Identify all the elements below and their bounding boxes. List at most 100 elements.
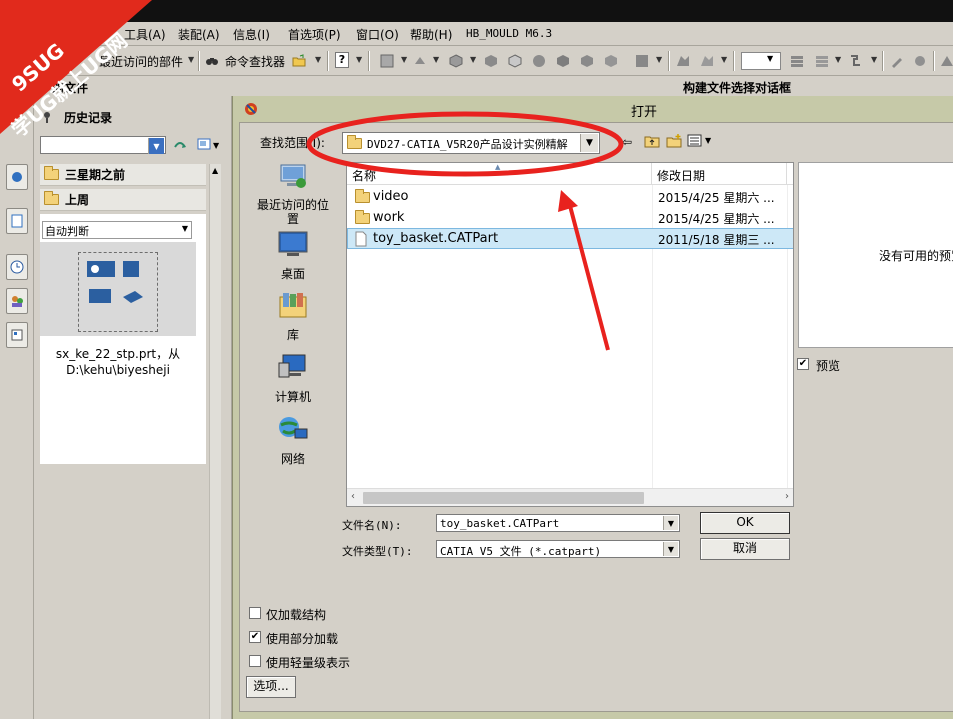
tab-history[interactable] bbox=[6, 254, 28, 280]
chevron-down-icon[interactable]: ▼ bbox=[663, 516, 678, 530]
chevron-down-icon[interactable]: ▼ bbox=[580, 134, 598, 152]
open-dropdown-icon[interactable]: ▼ bbox=[315, 55, 321, 64]
chevron-down-icon[interactable]: ▼ bbox=[182, 224, 188, 233]
chevron-down-icon[interactable]: ▼ bbox=[663, 542, 678, 556]
wire-cube-icon[interactable] bbox=[508, 54, 522, 68]
binoculars-icon[interactable] bbox=[205, 54, 219, 68]
libraries-icon bbox=[279, 293, 307, 318]
place-desktop[interactable]: 桌面 bbox=[252, 230, 334, 282]
shaded-view-icon[interactable] bbox=[413, 54, 427, 68]
place-libraries[interactable]: 库 bbox=[252, 291, 334, 343]
filename-input[interactable]: toy_basket.CATPart ▼ bbox=[436, 514, 680, 532]
feature-icon[interactable] bbox=[676, 54, 690, 68]
column-header-name-label: 名称 bbox=[352, 169, 377, 183]
help-icon[interactable]: ? bbox=[335, 52, 349, 68]
back-arrow-icon[interactable]: ⇦ bbox=[622, 135, 632, 149]
column-header-date[interactable]: 修改日期 bbox=[652, 163, 787, 185]
solid-cube-icon[interactable] bbox=[484, 54, 498, 68]
dropdown-arrow-icon[interactable]: ▼ bbox=[835, 55, 841, 64]
sphere-icon[interactable] bbox=[532, 54, 546, 68]
options-button[interactable]: 选项... bbox=[246, 676, 296, 698]
tool-icon[interactable] bbox=[940, 54, 953, 68]
file-list-hscrollbar[interactable]: ‹ › bbox=[347, 488, 793, 506]
menu-hb-mould[interactable]: HB_MOULD M6.3 bbox=[466, 27, 552, 40]
tool-icon[interactable] bbox=[890, 54, 904, 68]
users-icon bbox=[12, 296, 23, 307]
tab-assembly-navigator[interactable] bbox=[6, 164, 28, 190]
cube-icon[interactable] bbox=[449, 54, 463, 68]
tab-roles[interactable] bbox=[6, 288, 28, 314]
solid-cube-icon[interactable] bbox=[556, 54, 570, 68]
load-structure-only-checkbox[interactable] bbox=[249, 607, 261, 619]
dropdown-arrow-icon[interactable]: ▼ bbox=[871, 55, 877, 64]
scroll-right-icon[interactable]: › bbox=[785, 491, 789, 502]
ok-button[interactable]: OK bbox=[700, 512, 790, 534]
view-menu-dropdown-icon[interactable]: ▼ bbox=[705, 136, 711, 145]
view-options-icon[interactable] bbox=[197, 138, 213, 152]
dropdown-arrow-icon[interactable]: ▼ bbox=[656, 55, 662, 64]
refresh-icon[interactable] bbox=[172, 139, 188, 153]
view-box-icon[interactable] bbox=[380, 54, 394, 68]
scroll-left-icon[interactable]: ‹ bbox=[351, 491, 355, 502]
layers-icon[interactable] bbox=[790, 54, 804, 68]
auto-judge-select[interactable]: 自动判断 ▼ bbox=[42, 221, 192, 239]
lightweight-checkbox[interactable] bbox=[249, 655, 261, 667]
tab-system-materials[interactable] bbox=[6, 322, 28, 348]
solid-cube-icon[interactable] bbox=[604, 54, 618, 68]
view-menu-icon[interactable] bbox=[687, 134, 703, 148]
layers-icon[interactable] bbox=[815, 54, 829, 68]
menu-help[interactable]: 帮助(H) bbox=[410, 26, 452, 43]
menu-assembly[interactable]: 装配(A) bbox=[178, 26, 220, 43]
feature-icon[interactable] bbox=[700, 54, 714, 68]
menu-window[interactable]: 窗口(O) bbox=[356, 26, 399, 43]
open-folder-icon[interactable] bbox=[292, 54, 306, 68]
preview-checkbox[interactable]: ✔ bbox=[797, 358, 809, 370]
scroll-up-icon[interactable]: ▲ bbox=[212, 166, 218, 175]
place-recent[interactable]: 最近访问的位置 bbox=[252, 163, 334, 226]
file-name: toy_basket.CATPart bbox=[373, 231, 499, 246]
filetype-select[interactable]: CATIA V5 文件 (*.catpart) ▼ bbox=[436, 540, 680, 558]
file-row-selected[interactable]: toy_basket.CATPart 2011/5/18 星期三 ... bbox=[347, 228, 793, 249]
scroll-thumb[interactable] bbox=[363, 492, 644, 504]
new-folder-icon[interactable] bbox=[666, 134, 682, 148]
dialog-titlebar[interactable]: 打开 bbox=[233, 96, 953, 122]
command-finder-button[interactable]: 命令查找器 bbox=[225, 53, 285, 70]
tab-part-navigator[interactable] bbox=[6, 208, 28, 234]
solid-cube-icon[interactable] bbox=[580, 54, 594, 68]
history-group-last-week[interactable]: 上周 bbox=[40, 189, 206, 211]
history-file-caption[interactable]: sx_ke_22_stp.prt，从 D:\kehu\biyesheji bbox=[40, 346, 196, 378]
hierarchy-icon[interactable] bbox=[849, 54, 863, 68]
help-dropdown-icon[interactable]: ▼ bbox=[356, 55, 362, 64]
chevron-down-icon[interactable]: ▼ bbox=[148, 138, 164, 154]
history-group-three-weeks[interactable]: 三星期之前 bbox=[40, 164, 206, 186]
layer-select-arrow-icon[interactable]: ▼ bbox=[767, 54, 773, 63]
dropdown-arrow-icon[interactable]: ▼ bbox=[721, 55, 727, 64]
menu-preferences[interactable]: 首选项(P) bbox=[288, 26, 341, 43]
dropdown-arrow-icon[interactable]: ▼ bbox=[470, 55, 476, 64]
look-in-select[interactable]: DVD27-CATIA_V5R20产品设计实例精解 ▼ bbox=[342, 132, 600, 154]
clock-icon bbox=[10, 260, 24, 274]
menu-info[interactable]: 信息(I) bbox=[233, 26, 270, 43]
partial-load-label: 使用部分加载 bbox=[266, 632, 339, 646]
file-row[interactable]: work 2015/4/25 星期六 ... bbox=[347, 207, 793, 228]
up-folder-icon[interactable] bbox=[644, 134, 660, 148]
file-row[interactable]: video 2015/4/25 星期六 ... bbox=[347, 186, 793, 207]
toolbar-separator bbox=[368, 51, 370, 71]
column-header-type[interactable] bbox=[787, 163, 793, 185]
dropdown-arrow-icon[interactable]: ▼ bbox=[433, 55, 439, 64]
square-view-icon[interactable] bbox=[635, 54, 649, 68]
place-computer[interactable]: 计算机 bbox=[252, 353, 334, 405]
view-options-dropdown-icon[interactable]: ▼ bbox=[213, 141, 219, 150]
history-thumbnail[interactable] bbox=[40, 242, 196, 336]
tool-icon[interactable] bbox=[913, 54, 927, 68]
history-scrollbar[interactable]: ▲ bbox=[209, 164, 221, 719]
dropdown-arrow-icon[interactable]: ▼ bbox=[401, 55, 407, 64]
recent-parts-dropdown-icon[interactable]: ▼ bbox=[188, 55, 194, 64]
file-name: video bbox=[373, 189, 409, 204]
partial-load-checkbox[interactable]: ✔ bbox=[249, 631, 261, 643]
place-network[interactable]: 网络 bbox=[252, 415, 334, 467]
cancel-button[interactable]: 取消 bbox=[700, 538, 790, 560]
file-list[interactable]: 名称 ▲ 修改日期 video 2015/4/25 星期六 ... work 2… bbox=[346, 162, 794, 507]
layer-select[interactable] bbox=[741, 52, 781, 70]
site-watermark-banner: 9SUG 学UG就上UG网 bbox=[0, 0, 152, 140]
